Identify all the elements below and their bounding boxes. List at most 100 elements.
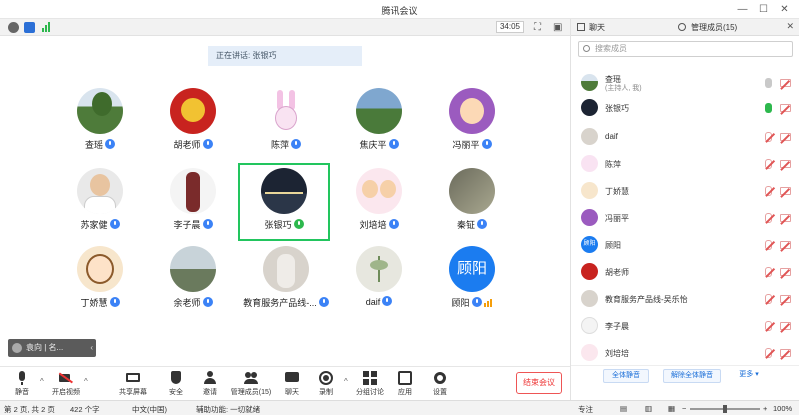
mic-icon	[477, 219, 487, 229]
zoom-level[interactable]: 100%	[773, 404, 792, 413]
camera-off-icon[interactable]	[780, 214, 791, 222]
mute-all-button[interactable]: 全体静音	[603, 369, 649, 383]
member-search-input[interactable]: 搜索成员	[578, 41, 793, 57]
close-icon[interactable]: ✕	[774, 2, 795, 17]
mic-speaking-icon[interactable]	[765, 103, 772, 113]
signal-icon[interactable]	[42, 22, 50, 34]
participant-tile[interactable]: 刘培培	[339, 164, 419, 236]
mic-off-icon[interactable]	[765, 267, 772, 277]
participant-avatar	[261, 168, 307, 214]
invite-button[interactable]: 邀请	[190, 371, 230, 397]
mic-speaking-icon	[293, 219, 304, 229]
layout-icon[interactable]: ▣	[553, 22, 562, 33]
member-avatar	[581, 290, 598, 307]
camera-off-icon[interactable]	[780, 295, 791, 303]
member-row[interactable]: 丁娇慧	[571, 179, 799, 203]
participant-tile[interactable]: 张银巧	[244, 164, 324, 236]
member-row[interactable]: 刘培培	[571, 341, 799, 363]
mic-off-icon[interactable]	[765, 213, 772, 223]
close-icon[interactable]: ✕	[786, 21, 794, 32]
info-icon[interactable]	[8, 22, 19, 33]
participant-tile[interactable]: 苏家健	[60, 164, 140, 236]
meeting-timer: 34:05	[496, 21, 524, 33]
tab-chat[interactable]: 聊天	[589, 22, 605, 33]
record-button[interactable]: 录制	[306, 371, 346, 397]
chevron-up-icon[interactable]: ^	[344, 377, 348, 386]
member-row[interactable]: 胡老师	[571, 260, 799, 284]
mute-button[interactable]: 静音	[2, 371, 42, 397]
raise-hand-notice[interactable]: 袁向 | 名... ‹	[8, 339, 96, 357]
camera-off-icon[interactable]	[780, 349, 791, 357]
mic-off-icon[interactable]	[765, 348, 772, 358]
chevron-up-icon[interactable]: ^	[40, 377, 44, 386]
participant-name: 教育服务产品线-...	[232, 296, 340, 309]
mic-off-icon[interactable]	[765, 294, 772, 304]
member-row[interactable]: 陈萍	[571, 152, 799, 176]
camera-off-icon[interactable]	[780, 322, 791, 330]
chevron-up-icon[interactable]: ^	[84, 377, 88, 386]
participant-name: 陈萍	[246, 138, 326, 151]
member-row[interactable]: 教育服务产品线-吴乐怡	[571, 287, 799, 311]
print-layout-icon[interactable]: ▥	[645, 404, 652, 413]
accessibility-status[interactable]: 辅助功能: 一切就绪	[196, 404, 260, 415]
participant-name: 胡老师	[153, 138, 233, 151]
participant-tile[interactable]: 焦庆平	[339, 84, 419, 156]
web-layout-icon[interactable]: ▦	[668, 404, 675, 413]
participant-tile[interactable]: 冯丽平	[432, 84, 512, 156]
more-button[interactable]: 更多 ▾	[731, 369, 767, 383]
settings-button[interactable]: 设置	[420, 371, 460, 397]
camera-off-icon[interactable]	[780, 79, 791, 87]
chevron-left-icon[interactable]: ‹	[90, 339, 93, 357]
member-row[interactable]: 冯丽平	[571, 206, 799, 230]
mic-icon	[382, 296, 393, 306]
camera-off-icon[interactable]	[780, 160, 791, 168]
member-row[interactable]: daif	[571, 125, 799, 149]
mic-off-icon[interactable]	[765, 159, 772, 169]
zoom-slider-handle[interactable]	[723, 405, 727, 413]
mic-off-icon[interactable]	[765, 240, 772, 250]
camera-off-icon[interactable]	[780, 187, 791, 195]
participant-tile[interactable]: 余老师	[153, 242, 233, 314]
participant-tile[interactable]: 教育服务产品线-...	[243, 242, 329, 314]
breakout-button[interactable]: 分组讨论	[350, 371, 390, 397]
mic-icon	[109, 219, 120, 229]
maximize-icon[interactable]: ☐	[753, 2, 774, 17]
participant-tile[interactable]: 丁娇慧	[60, 242, 140, 314]
member-row[interactable]: 查瑶 (主持人, 我)	[571, 71, 799, 95]
share-screen-button[interactable]: 共享屏幕	[113, 371, 153, 397]
camera-off-icon[interactable]	[780, 104, 791, 112]
mic-off-icon[interactable]	[765, 321, 772, 331]
member-row[interactable]: 李子晨	[571, 314, 799, 338]
language[interactable]: 中文(中国)	[132, 404, 167, 415]
participant-name: 苏家健	[60, 218, 140, 231]
tab-members[interactable]: 管理成员(15)	[691, 22, 737, 33]
camera-off-icon[interactable]	[780, 268, 791, 276]
participant-tile[interactable]: 陈萍	[246, 84, 326, 156]
mic-off-icon[interactable]	[765, 186, 772, 196]
camera-off-icon[interactable]	[780, 241, 791, 249]
apps-button[interactable]: 应用	[385, 371, 425, 397]
end-meeting-button[interactable]: 结束会议	[516, 372, 562, 394]
manage-members-button[interactable]: 管理成员(15)	[228, 371, 274, 397]
member-row[interactable]: 顾阳 顾阳	[571, 233, 799, 257]
participant-tile[interactable]: 查瑶	[60, 84, 140, 156]
participant-tile[interactable]: 顾阳 顾阳	[432, 242, 512, 314]
mic-icon[interactable]	[765, 78, 772, 88]
participant-tile[interactable]: 胡老师	[153, 84, 233, 156]
member-row[interactable]: 张银巧	[571, 96, 799, 120]
shield-icon[interactable]	[24, 22, 35, 33]
zoom-in-icon[interactable]: +	[763, 404, 767, 413]
participant-tile[interactable]: 李子晨	[153, 164, 233, 236]
fullscreen-icon[interactable]: ⛶	[534, 22, 541, 33]
start-video-button[interactable]: 开启视频	[46, 371, 86, 397]
participant-tile[interactable]: 秦钲	[432, 164, 512, 236]
camera-off-icon[interactable]	[780, 133, 791, 141]
focus-mode[interactable]: 专注	[578, 404, 593, 415]
zoom-out-icon[interactable]: −	[682, 404, 686, 413]
participant-tile[interactable]: daif	[339, 242, 419, 314]
mic-off-icon[interactable]	[765, 132, 772, 142]
title-bar: 腾讯会议 — ☐ ✕	[0, 0, 799, 19]
unmute-all-button[interactable]: 解除全体静音	[663, 369, 721, 383]
read-mode-icon[interactable]: ▤	[620, 404, 627, 413]
minimize-icon[interactable]: —	[732, 2, 753, 17]
